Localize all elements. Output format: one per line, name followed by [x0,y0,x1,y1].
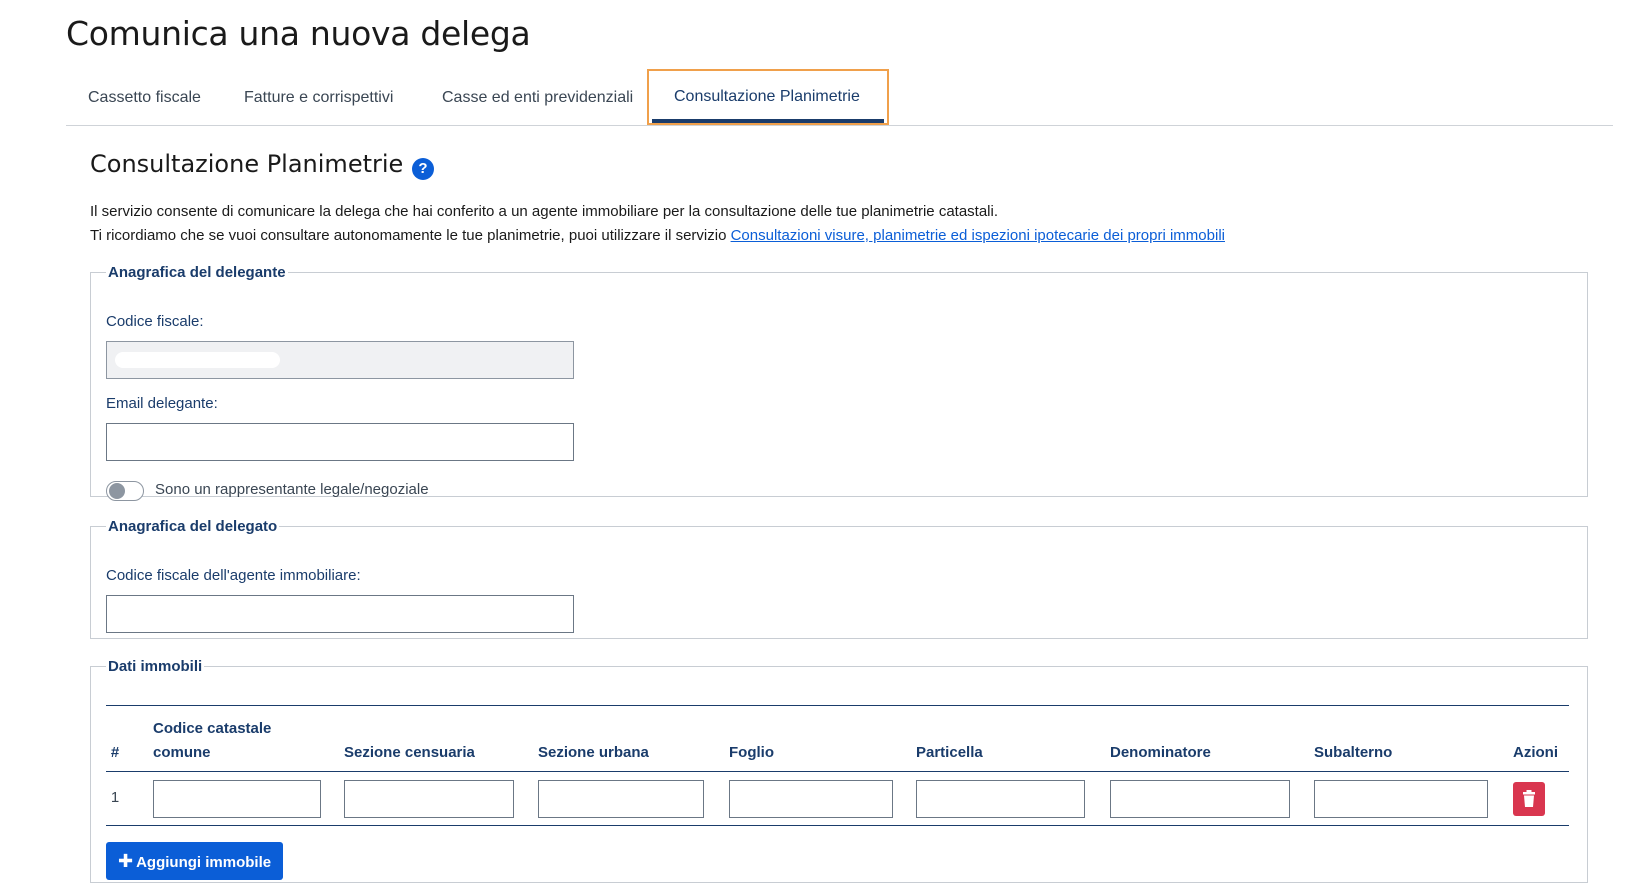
col-header-subalterno: Subalterno [1314,744,1393,761]
codice-fiscale-agente-label: Codice fiscale dell'agente immobiliare: [106,567,361,584]
col-header-denominatore: Denominatore [1110,744,1211,761]
tab-fatture-corrispettivi[interactable]: Fatture e corrispettivi [244,70,393,124]
toggle-knob [109,483,125,499]
codice-catastale-input[interactable] [153,780,321,818]
consultazioni-visure-link[interactable]: Consultazioni visure, planimetrie ed isp… [731,227,1225,244]
col-header-particella: Particella [916,744,983,761]
tab-bar: Cassetto fiscale Fatture e corrispettivi… [66,69,1613,126]
delegato-fieldset: Anagrafica del delegato Codice fiscale d… [90,518,1588,639]
sezione-urbana-input[interactable] [538,780,704,818]
tab-casse-enti-previdenziali[interactable]: Casse ed enti previdenziali [442,70,633,124]
intro-line-2-text: Ti ricordiamo che se vuoi consultare aut… [90,227,731,244]
col-header-codice-line1: Codice catastale [153,720,272,737]
col-header-sezione-urbana: Sezione urbana [538,744,649,761]
col-header-azioni: Azioni [1513,744,1558,761]
rappresentante-legale-label: Sono un rappresentante legale/negoziale [155,481,429,498]
table-header-border [106,771,1569,772]
add-immobile-button[interactable]: ✚ Aggiungi immobile [106,842,284,880]
row-number: 1 [110,789,120,806]
trash-icon [1523,790,1535,807]
tab-consultazione-planimetrie[interactable]: Consultazione Planimetrie [647,69,889,125]
intro-text: Il servizio consente di comunicare la de… [90,200,1225,248]
email-delegante-label: Email delegante: [106,395,218,412]
intro-line-2: Ti ricordiamo che se vuoi consultare aut… [90,224,1225,248]
delegante-legend: Anagrafica del delegante [108,264,286,281]
sezione-censuaria-input[interactable] [344,780,514,818]
delete-row-button[interactable] [1513,782,1545,816]
delegato-legend: Anagrafica del delegato [108,518,278,535]
denominatore-input[interactable] [1110,780,1290,818]
add-immobile-label: Aggiungi immobile [136,854,272,871]
col-header-sezione-censuaria: Sezione censuaria [344,744,475,761]
col-header-num: # [110,744,120,761]
rappresentante-legale-toggle[interactable] [106,481,144,501]
codice-fiscale-agente-field[interactable] [106,595,574,633]
intro-line-1: Il servizio consente di comunicare la de… [90,203,999,220]
section-title: Consultazione Planimetrie [90,150,404,178]
tab-cassetto-fiscale[interactable]: Cassetto fiscale [88,70,201,124]
col-header-foglio: Foglio [729,744,774,761]
col-header-codice-line2: comune [153,744,211,761]
subalterno-input[interactable] [1314,780,1488,818]
codice-fiscale-label: Codice fiscale: [106,313,204,330]
immobili-legend: Dati immobili [108,658,203,675]
foglio-input[interactable] [729,780,893,818]
redacted-value [115,352,280,368]
email-delegante-field[interactable] [106,423,574,461]
plus-icon: ✚ [118,851,134,871]
particella-input[interactable] [916,780,1085,818]
delegante-fieldset: Anagrafica del delegante Codice fiscale:… [90,264,1588,501]
codice-fiscale-field [106,341,574,379]
table-top-border [106,705,1569,706]
question-circle-icon[interactable]: ? [412,158,434,180]
table-bottom-border [106,825,1569,826]
page-title: Comunica una nuova delega [66,14,531,53]
immobili-fieldset: Dati immobili # Codice catastale comune … [90,658,1588,883]
